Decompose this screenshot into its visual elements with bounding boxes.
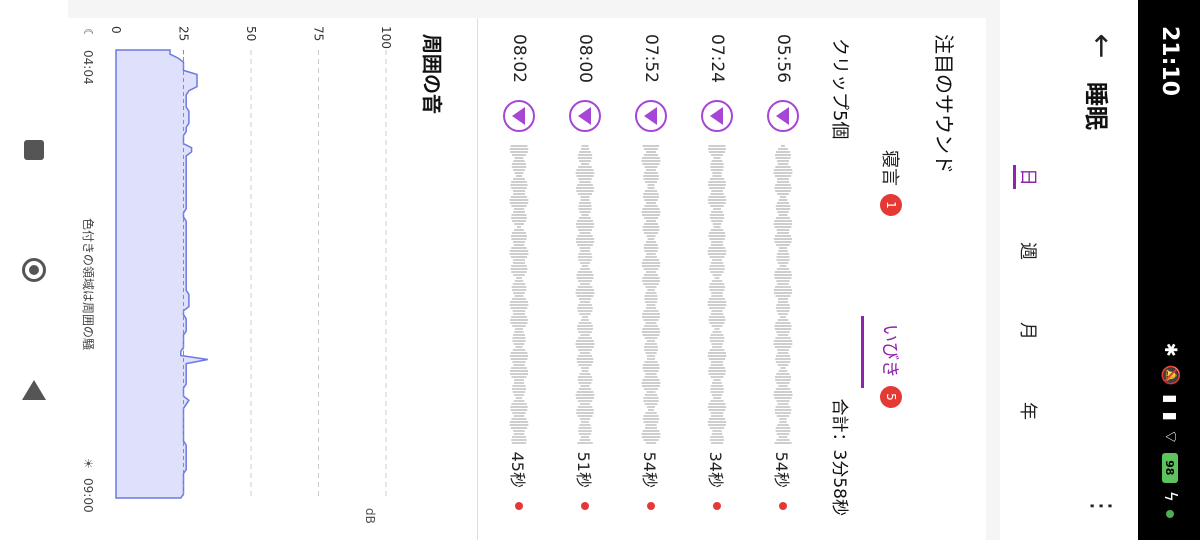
bluetooth-icon: ✱ (1160, 342, 1180, 357)
mute-icon: 🔕 (1160, 364, 1180, 387)
clip-time: 08:00 (575, 34, 595, 83)
tab-sleep-talk[interactable]: 寝言 1 (878, 150, 904, 216)
tab-snoring-label: いびき (879, 324, 900, 378)
clip-time: 08:02 (509, 34, 529, 83)
sound-tabs: 寝言 1 いびき 5 (854, 18, 914, 540)
battery-icon: 98 (1162, 452, 1178, 483)
back-arrow-icon[interactable]: ← (1082, 28, 1119, 64)
y-tick-label: 0 (109, 26, 123, 34)
more-icon[interactable]: ⋮ (1082, 488, 1118, 524)
clip-row: 07:24 34秒 (684, 34, 750, 524)
chart-note: 色付きの領域は周囲の騒 (81, 218, 96, 350)
waveform (575, 145, 595, 444)
tab-week[interactable]: 週 (1016, 242, 1042, 260)
privacy-dot (1166, 510, 1174, 518)
status-time: 21:10 (1157, 26, 1182, 97)
clip-row: 05:56 54秒 (750, 34, 816, 524)
subtab-indicator (861, 316, 864, 388)
page-title: 睡眠 (1082, 82, 1110, 130)
x-start-label: 04:04 (81, 50, 95, 85)
tab-sleep-talk-label: 寝言 (879, 150, 900, 186)
waveform (707, 145, 727, 444)
section-title-sounds: 注目のサウンド (932, 34, 956, 174)
status-bar: 21:10 ✱ 🔕 ▮ ▮ ⌔ 98 ϟ (1138, 0, 1200, 540)
back-icon[interactable] (14, 370, 54, 410)
clip-duration: 54秒 (640, 451, 659, 488)
clip-time: 05:56 (773, 34, 793, 83)
unit-label: dB (363, 508, 377, 524)
clip-list: 05:56 54秒 07:24 34秒 07:52 54秒 08:00 51秒 … (486, 34, 816, 524)
sun-icon: ☀ (81, 458, 95, 469)
tab-month[interactable]: 月 (1016, 322, 1042, 340)
signal-icon: ▮ (1160, 394, 1180, 404)
divider (477, 18, 478, 540)
count-badge: 5 (880, 386, 902, 408)
app-header: ← 睡眠 ⋮ (1060, 0, 1138, 540)
wifi-icon: ⌔ (1160, 428, 1180, 445)
clip-duration: 45秒 (508, 451, 527, 488)
sleep-card: 注目のサウンド 寝言 1 いびき 5 クリップ5個 合計：3分58秒 05:56… (68, 18, 986, 540)
play-icon[interactable] (701, 100, 733, 132)
ambient-noise-chart: dB 0 25 50 75 100 04:04 色付きの領域は周囲の騒 09:00 ☾ … (81, 26, 393, 524)
clip-duration: 54秒 (772, 451, 791, 488)
status-dot (581, 502, 589, 510)
home-icon[interactable] (14, 250, 54, 290)
clip-duration: 51秒 (574, 451, 593, 488)
period-tabs: 日 週 月 年 (1002, 0, 1050, 540)
clip-total: 合計：3分58秒 (829, 398, 849, 516)
charging-icon: ϟ (1160, 490, 1180, 502)
y-tick-label: 100 (379, 26, 393, 49)
moon-icon: ☾ (81, 28, 95, 39)
clip-time: 07:52 (641, 34, 661, 83)
tab-year[interactable]: 年 (1016, 402, 1042, 420)
play-icon[interactable] (569, 100, 601, 132)
signal-icon: ▮ (1160, 411, 1180, 421)
clip-time: 07:24 (707, 34, 727, 83)
clip-count: クリップ5個 (829, 38, 850, 140)
clip-row: 07:52 54秒 (618, 34, 684, 524)
nav-bar (0, 0, 68, 540)
noise-area (115, 49, 208, 499)
y-tick-label: 75 (312, 26, 326, 41)
status-dot (779, 502, 787, 510)
status-dot (713, 502, 721, 510)
play-icon[interactable] (767, 100, 799, 132)
content-area: 注目のサウンド 寝言 1 いびき 5 クリップ5個 合計：3分58秒 05:56… (68, 0, 1000, 540)
y-tick-label: 50 (244, 26, 258, 41)
recent-apps-icon[interactable] (14, 130, 54, 170)
status-dot (647, 502, 655, 510)
play-icon[interactable] (635, 100, 667, 132)
waveform (641, 145, 661, 444)
count-badge: 1 (880, 194, 902, 216)
waveform (509, 145, 529, 444)
clip-row: 08:00 51秒 (552, 34, 618, 524)
tab-indicator (1013, 165, 1016, 189)
y-tick-label: 25 (177, 26, 191, 41)
tab-snoring[interactable]: いびき 5 (878, 324, 904, 408)
waveform (773, 145, 793, 444)
play-icon[interactable] (503, 100, 535, 132)
status-dot (515, 502, 523, 510)
clip-row: 08:02 45秒 (486, 34, 552, 524)
status-icons: ✱ 🔕 ▮ ▮ ⌔ 98 ϟ (1160, 343, 1180, 518)
x-end-label: 09:00 (81, 478, 95, 513)
tab-day[interactable]: 日 (1016, 168, 1042, 186)
clip-duration: 34秒 (706, 451, 725, 488)
